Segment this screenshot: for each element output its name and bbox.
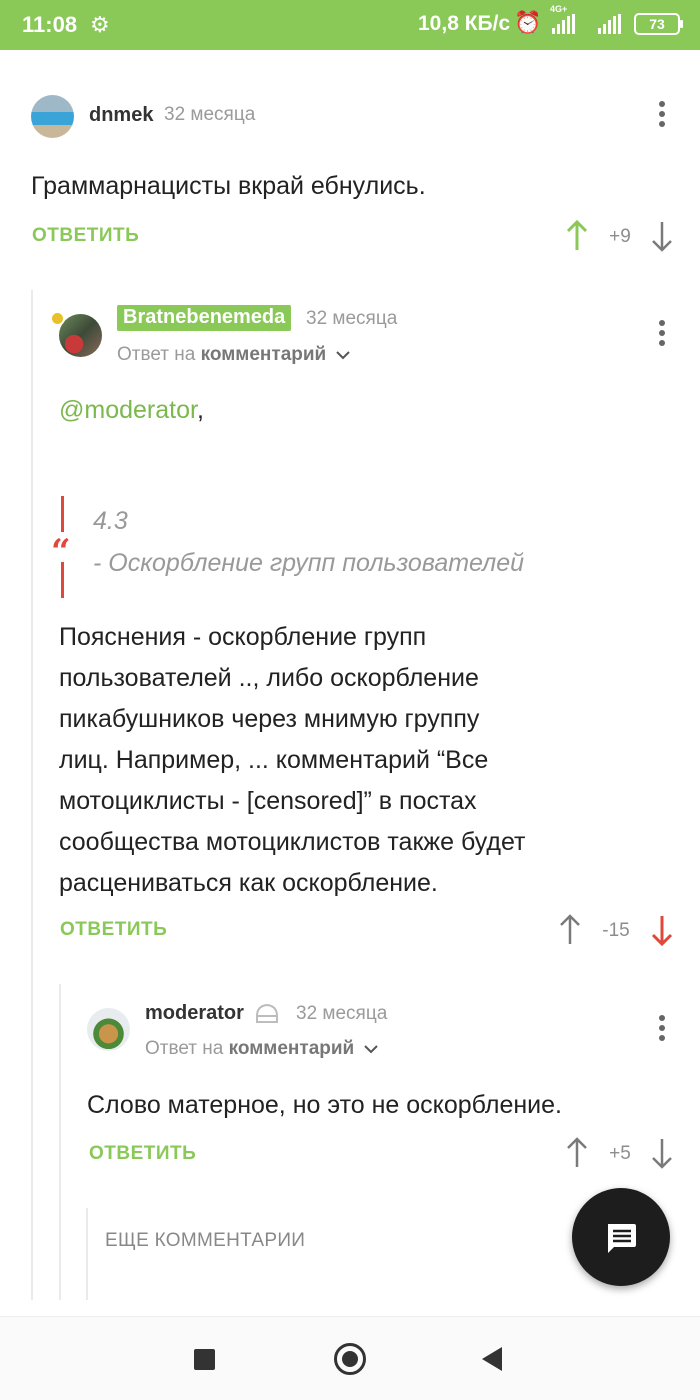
username[interactable]: Bratnebenemeda [117,305,292,331]
network-speed: 10,8 КБ/с [418,12,511,35]
chevron-down-icon[interactable] [363,1044,378,1054]
comment-time: 32 месяца [164,104,256,125]
username[interactable]: dnmek [89,104,153,127]
text-line: Пояснения - оскорбление групп [59,623,427,651]
reply-button[interactable]: ОТВЕТИТЬ [89,1143,196,1165]
comment-text: Слово матерное, но это не оскорбление. [87,1091,562,1119]
clock: 11:08 [22,12,78,37]
arrow-up-icon[interactable] [565,1137,589,1169]
badge-icon [50,311,65,326]
more-comments-link[interactable]: ЕЩЕ КОММЕНТАРИИ [105,1230,305,1252]
reply-to-target[interactable]: комментарий [229,1038,355,1059]
reply-button[interactable]: ОТВЕТИТЬ [60,919,167,941]
kebab-menu-icon[interactable] [657,320,667,350]
network-type: 4G+ [550,4,568,14]
username[interactable]: moderator [145,1002,244,1025]
quote-bar [61,562,64,598]
text-line: расцениваться как оскорбление. [59,869,438,897]
thread-line [86,1208,88,1300]
recents-square-icon[interactable] [194,1349,215,1370]
text-line: мотоциклисты - [censored]” в постах [59,787,477,815]
avatar[interactable] [87,1008,130,1051]
thread-line [31,290,33,1300]
score: +5 [609,1143,631,1164]
score: +9 [609,226,631,247]
back-triangle-icon[interactable] [482,1347,502,1371]
alarm-icon: ⏰ [514,10,542,35]
reply-to[interactable]: Ответ на комментарий [145,1038,378,1060]
battery-icon: 73 [634,13,683,35]
quote-line: - Оскорбление групп пользователей [93,549,525,577]
text-line: лиц. Например, ... комментарий “Все [59,746,489,774]
status-bar: 11:08 ⚙ 10,8 КБ/с ⏰ 4G+ 73 [0,0,700,50]
reply-to-target[interactable]: комментарий [201,344,327,365]
kebab-menu-icon[interactable] [657,101,667,131]
score: -15 [602,920,630,941]
quote-bar [61,496,64,532]
text-line: сообщества мотоциклистов также будет [59,828,526,856]
arrow-down-icon[interactable] [650,914,674,946]
signal-icon [552,14,575,34]
chat-icon [608,1224,636,1253]
moderator-badge-icon [256,1003,278,1023]
comment-text: Граммарнацисты вкрай ебнулись. [31,172,426,200]
thread-line [59,984,61,1300]
new-comment-button[interactable] [572,1188,670,1286]
mention-link[interactable]: @moderator [59,396,197,424]
chevron-down-icon[interactable] [335,350,350,360]
text-line: пикабушников через мнимую группу [59,705,480,733]
reply-to-prefix: Ответ на [117,344,196,365]
home-circle-icon[interactable] [334,1343,366,1375]
reply-button[interactable]: ОТВЕТИТЬ [32,225,139,247]
comment-time: 32 месяца [296,1003,388,1024]
reply-to-prefix: Ответ на [145,1038,224,1059]
avatar[interactable] [31,95,74,138]
gear-icon: ⚙ [90,12,110,37]
quote-line: 4.3 [93,507,128,535]
arrow-down-icon[interactable] [650,1137,674,1169]
avatar[interactable] [59,314,102,357]
comment-text: Пояснения - оскорбление групп пользовате… [59,617,526,904]
system-nav-bar [0,1316,700,1400]
comment-time: 32 месяца [306,308,398,329]
mention-suffix: , [196,396,204,424]
kebab-menu-icon[interactable] [657,1015,667,1045]
mention-line: @moderator, [59,390,204,431]
signal-icon [598,14,621,34]
arrow-up-icon[interactable] [565,220,589,252]
arrow-up-icon[interactable] [558,914,582,946]
reply-to[interactable]: Ответ на комментарий [117,344,350,366]
text-line: пользователей .., либо оскорбление [59,664,479,692]
arrow-down-icon[interactable] [650,220,674,252]
